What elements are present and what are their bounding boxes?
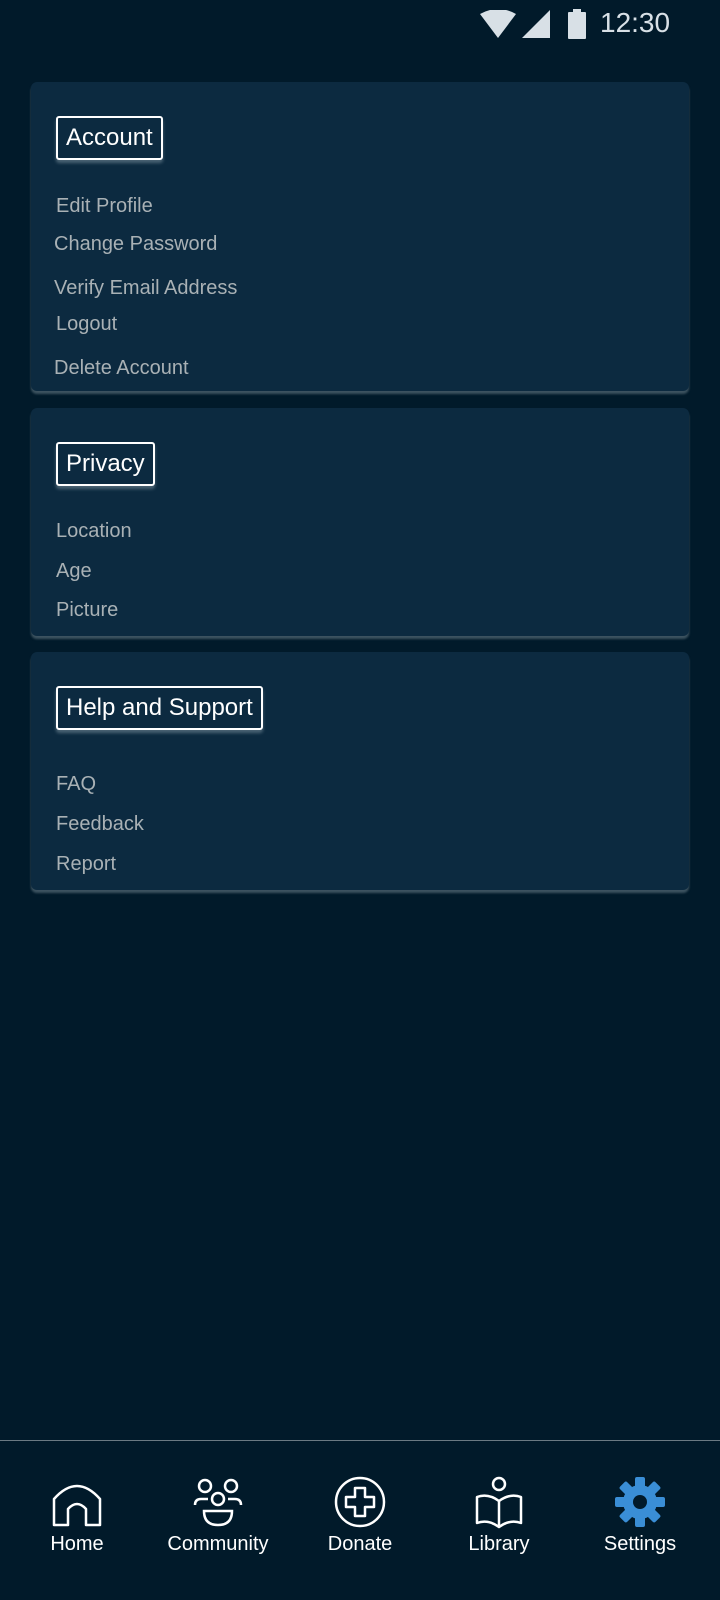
- bottom-navigation: Home Community Donate Library Settings: [0, 1440, 720, 1600]
- battery-icon: [567, 9, 587, 44]
- account-section-title: Account: [56, 116, 163, 160]
- nav-library[interactable]: Library: [429, 1441, 569, 1600]
- library-icon: [472, 1475, 526, 1529]
- help-support-section: Help and Support FAQ Feedback Report: [31, 652, 689, 890]
- feedback-item[interactable]: Feedback: [56, 812, 144, 836]
- nav-home[interactable]: Home: [7, 1441, 147, 1600]
- nav-home-label: Home: [50, 1533, 104, 1555]
- nav-library-label: Library: [468, 1533, 530, 1555]
- nav-settings-label: Settings: [603, 1533, 677, 1555]
- settings-screen: 12:30 Account Edit Profile Change Passwo…: [0, 0, 720, 1600]
- nav-donate[interactable]: Donate: [290, 1441, 430, 1600]
- edit-profile-item[interactable]: Edit Profile: [56, 194, 153, 218]
- community-icon: [191, 1475, 245, 1529]
- delete-account-item[interactable]: Delete Account: [54, 356, 189, 380]
- nav-community-label: Community: [167, 1533, 269, 1555]
- donate-icon: [333, 1475, 387, 1529]
- wifi-icon: [480, 9, 516, 43]
- report-item[interactable]: Report: [56, 852, 116, 876]
- logout-item[interactable]: Logout: [56, 312, 117, 336]
- location-item[interactable]: Location: [56, 519, 132, 543]
- status-time: 12:30: [600, 7, 671, 38]
- privacy-section-title: Privacy: [56, 442, 155, 486]
- change-password-item[interactable]: Change Password: [54, 232, 217, 256]
- age-item[interactable]: Age: [56, 559, 92, 583]
- settings-icon: [613, 1475, 667, 1529]
- signal-icon: [522, 10, 550, 43]
- picture-item[interactable]: Picture: [56, 598, 118, 622]
- privacy-section: Privacy Location Age Picture: [31, 408, 689, 636]
- status-bar: 12:30: [0, 0, 720, 48]
- verify-email-item[interactable]: Verify Email Address: [54, 276, 237, 300]
- account-section: Account Edit Profile Change Password Ver…: [31, 82, 689, 391]
- nav-donate-label: Donate: [327, 1533, 393, 1555]
- home-icon: [50, 1475, 104, 1529]
- faq-item[interactable]: FAQ: [56, 772, 96, 796]
- nav-community[interactable]: Community: [148, 1441, 288, 1600]
- nav-settings[interactable]: Settings: [570, 1441, 710, 1600]
- help-support-section-title: Help and Support: [56, 686, 263, 730]
